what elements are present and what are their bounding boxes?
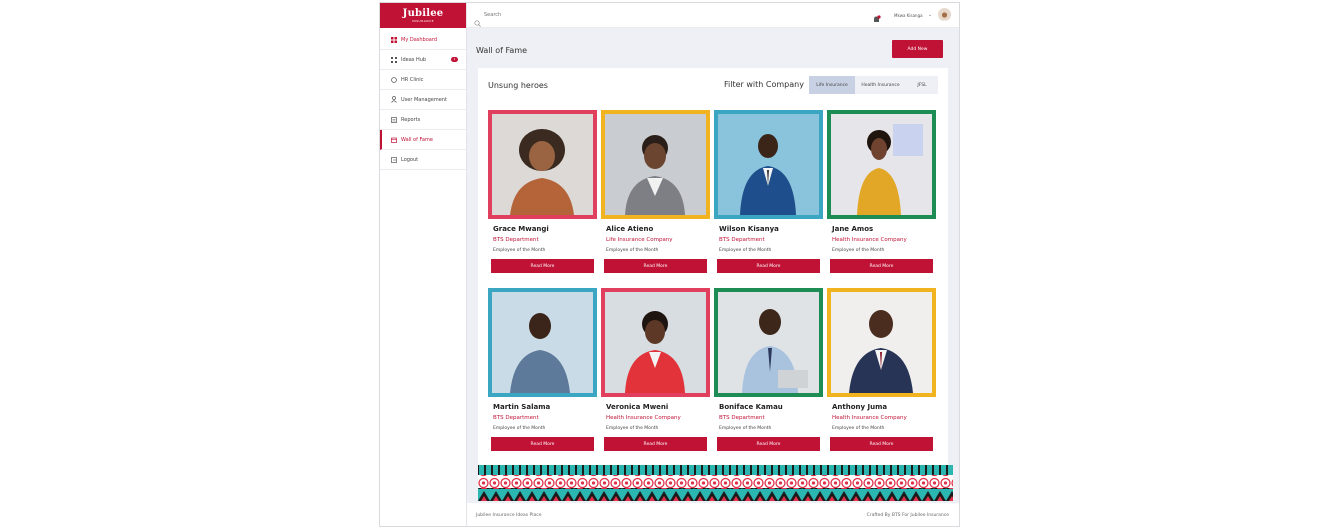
hero-card: Martin Salama BTS Department Employee of… (488, 288, 597, 456)
hero-photo (488, 110, 597, 219)
hero-photo (714, 110, 823, 219)
top-bar: Mkwa Kisanga ⌄ (467, 3, 959, 28)
heroes-panel: Unsung heroes Filter with Company Life I… (478, 68, 948, 497)
brand-logo[interactable]: Jubilee INSURANCE (380, 3, 466, 28)
tab-health-insurance[interactable]: Health Insurance (855, 76, 906, 94)
panel-title: Unsung heroes (488, 81, 548, 90)
hero-name: Jane Amos (832, 225, 874, 233)
read-more-button[interactable]: Read More (491, 437, 594, 451)
hero-photo (488, 288, 597, 397)
sidebar-item-reports[interactable]: Reports (380, 110, 466, 130)
footer-right-text: Crafted By BTS For Jubilee Insurance (866, 513, 949, 518)
hero-award: Employee of the Month (606, 248, 659, 253)
hero-photo (714, 288, 823, 397)
hero-name: Wilson Kisanya (719, 225, 779, 233)
footer: Jubilee Insurance Ideas Place Crafted By… (467, 503, 959, 526)
read-more-button[interactable]: Read More (604, 437, 707, 451)
sidebar-item-label: User Management (401, 96, 447, 103)
hero-award: Employee of the Month (493, 426, 546, 431)
hero-name: Martin Salama (493, 403, 551, 411)
dashboard-icon (390, 36, 397, 43)
avatar[interactable] (938, 8, 951, 21)
hero-award: Employee of the Month (719, 426, 772, 431)
hero-card: Anthony Juma Health Insurance Company Em… (827, 288, 936, 456)
sidebar-item-hr-clinic[interactable]: HR Clinic (380, 70, 466, 90)
chat-icon (390, 76, 397, 83)
company-filter-tabs: Life Insurance Health Insurance JFSL (809, 76, 938, 94)
sidebar-item-label: Wall of Fame (401, 136, 433, 143)
read-more-button[interactable]: Read More (604, 259, 707, 273)
sidebar-item-ideas-hub[interactable]: Ideas Hub 1 (380, 50, 466, 70)
hero-card: Boniface Kamau BTS Department Employee o… (714, 288, 823, 456)
sidebar-item-user-management[interactable]: User Management (380, 90, 466, 110)
tab-life-insurance[interactable]: Life Insurance (809, 76, 855, 94)
reports-icon (390, 116, 397, 123)
footer-left-text: Jubilee Insurance Ideas Place (476, 513, 542, 518)
grid-icon (390, 56, 397, 63)
sidebar-item-wall-of-fame[interactable]: Wall of Fame (380, 130, 466, 150)
logo-text: Jubilee (402, 7, 444, 19)
bell-icon[interactable] (872, 10, 881, 22)
page-title: Wall of Fame (476, 46, 528, 55)
logout-icon (390, 156, 397, 163)
hero-card: Grace Mwangi BTS Department Employee of … (488, 110, 597, 278)
hero-name: Anthony Juma (832, 403, 888, 411)
filter-label: Filter with Company (724, 80, 804, 89)
read-more-button[interactable]: Read More (830, 437, 933, 451)
read-more-button[interactable]: Read More (491, 259, 594, 273)
hero-department: BTS Department (493, 415, 539, 421)
sidebar: Jubilee INSURANCE My Dashboard Ideas Hub… (380, 3, 467, 526)
hero-award: Employee of the Month (832, 248, 885, 253)
hero-department: BTS Department (719, 237, 765, 243)
hero-card: Alice Atieno Life Insurance Company Empl… (601, 110, 710, 278)
hero-card: Veronica Mweni Health Insurance Company … (601, 288, 710, 456)
decorative-pattern-band (478, 465, 953, 501)
read-more-button[interactable]: Read More (830, 259, 933, 273)
chevron-down-icon[interactable]: ⌄ (928, 12, 932, 18)
hero-award: Employee of the Month (493, 248, 546, 253)
notification-badge: 1 (451, 57, 458, 62)
sidebar-item-label: My Dashboard (401, 36, 437, 43)
hero-award: Employee of the Month (719, 248, 772, 253)
sidebar-item-label: HR Clinic (401, 76, 424, 83)
read-more-button[interactable]: Read More (717, 437, 820, 451)
app-window: Jubilee INSURANCE My Dashboard Ideas Hub… (379, 2, 960, 527)
hero-award: Employee of the Month (832, 426, 885, 431)
hero-name: Veronica Mweni (606, 403, 669, 411)
hero-department: Life Insurance Company (606, 237, 673, 243)
hero-department: BTS Department (719, 415, 765, 421)
hero-card: Wilson Kisanya BTS Department Employee o… (714, 110, 823, 278)
main-content: Wall of Fame Add New Unsung heroes Filte… (467, 28, 959, 503)
hero-photo (827, 110, 936, 219)
hero-award: Employee of the Month (606, 426, 659, 431)
calendar-icon (390, 136, 397, 143)
user-icon (390, 96, 397, 103)
sidebar-item-label: Ideas Hub (401, 56, 427, 63)
hero-photo (827, 288, 936, 397)
logo-tagline: INSURANCE (412, 18, 434, 23)
add-new-button[interactable]: Add New (892, 40, 943, 58)
read-more-button[interactable]: Read More (717, 259, 820, 273)
search-icon[interactable] (474, 12, 481, 27)
sidebar-item-logout[interactable]: Logout (380, 150, 466, 170)
sidebar-nav: My Dashboard Ideas Hub 1 HR Clinic User … (380, 30, 466, 170)
sidebar-item-label: Logout (401, 156, 419, 163)
hero-name: Alice Atieno (606, 225, 654, 233)
hero-card: Jane Amos Health Insurance Company Emplo… (827, 110, 936, 278)
hero-photo (601, 288, 710, 397)
sidebar-item-label: Reports (401, 116, 421, 123)
hero-department: Health Insurance Company (606, 415, 681, 421)
sidebar-item-my-dashboard[interactable]: My Dashboard (380, 30, 466, 50)
hero-department: Health Insurance Company (832, 415, 907, 421)
tab-jfsl[interactable]: JFSL (906, 76, 938, 94)
search-input[interactable] (484, 12, 604, 18)
hero-department: BTS Department (493, 237, 539, 243)
user-name[interactable]: Mkwa Kisanga (894, 13, 923, 18)
hero-department: Health Insurance Company (832, 237, 907, 243)
hero-name: Boniface Kamau (719, 403, 783, 411)
hero-photo (601, 110, 710, 219)
hero-name: Grace Mwangi (493, 225, 549, 233)
